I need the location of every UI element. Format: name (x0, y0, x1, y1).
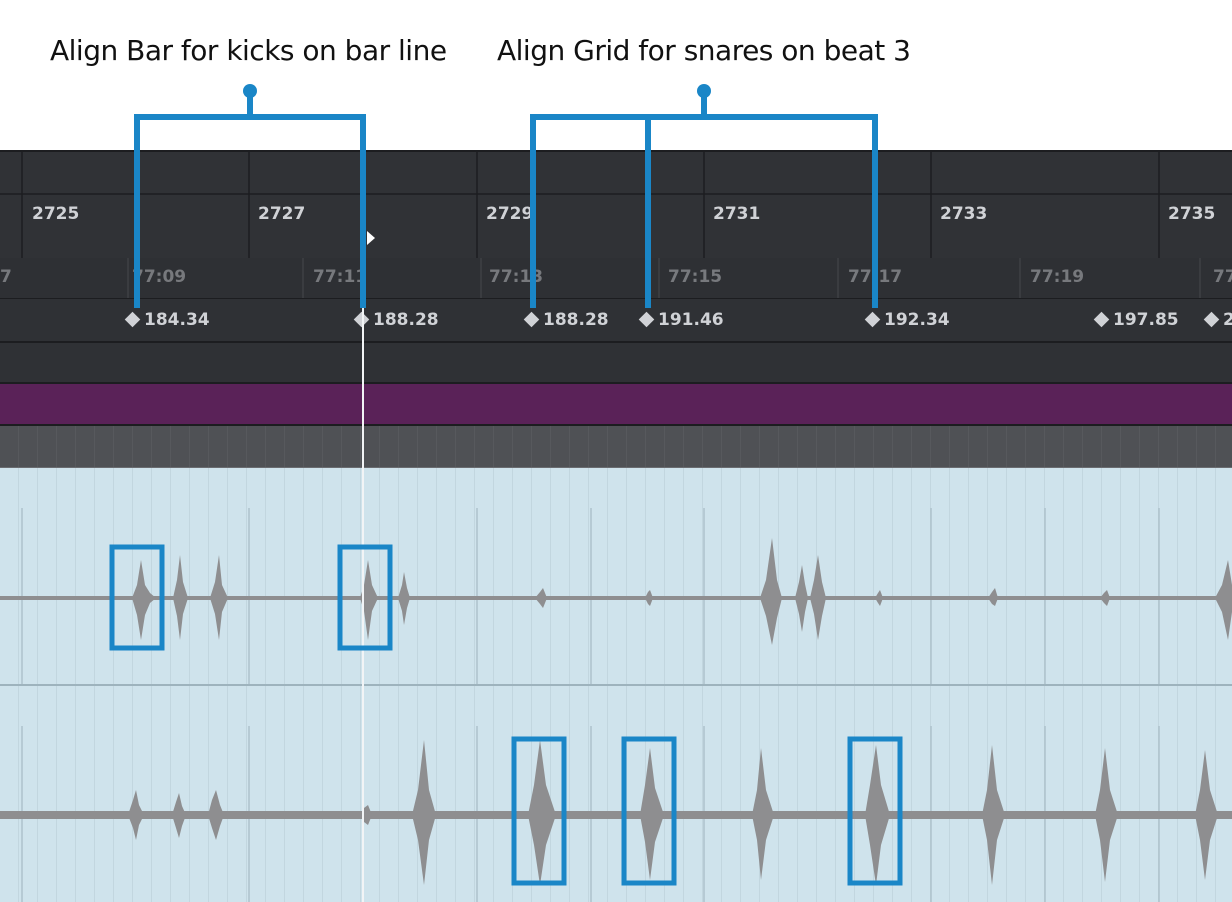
time-label: 77:13 (489, 267, 544, 287)
tempo-marker[interactable]: 188.28 (523, 310, 609, 330)
audio-track-snare[interactable] (0, 686, 1232, 902)
time-label: 77:09 (132, 267, 187, 287)
bar-ruler[interactable]: 2725 2727 2729 2731 2733 2735 (0, 150, 1232, 261)
tempo-marker[interactable]: 192.34 (864, 310, 950, 330)
time-label: 77:19 (1030, 267, 1085, 287)
bar-number: 2727 (258, 204, 306, 224)
callout-dot (243, 84, 257, 98)
tempo-lane[interactable]: 184.34 188.28 188.28 191.46 192.34 197.8… (0, 299, 1232, 343)
bar-number: 2729 (486, 204, 534, 224)
caption-align-bar: Align Bar for kicks on bar line (50, 34, 447, 67)
time-label: 77:11 (313, 267, 368, 287)
caption-align-grid: Align Grid for snares on beat 3 (497, 34, 911, 67)
tempo-marker[interactable]: 191.46 (638, 310, 724, 330)
time-label: 77:17 (848, 267, 903, 287)
time-ruler[interactable]: 7 77:09 77:11 77:13 77:15 77:17 77:19 77 (0, 258, 1232, 299)
bar-number: 2731 (713, 204, 761, 224)
tempo-marker[interactable]: 184.34 (124, 310, 210, 330)
time-label: 7 (0, 267, 12, 287)
bar-number: 2735 (1168, 204, 1216, 224)
time-label: 77 (1213, 267, 1232, 287)
callout-dot (697, 84, 711, 98)
bar-number: 2733 (940, 204, 988, 224)
tempo-marker[interactable]: 2 (1203, 310, 1232, 330)
tempo-marker[interactable]: 188.28 (353, 310, 439, 330)
marker-lane[interactable] (0, 343, 1232, 384)
arrangement-lane[interactable] (0, 384, 1232, 426)
audio-track-kick[interactable] (0, 468, 1232, 686)
bar-number: 2725 (32, 204, 80, 224)
time-label: 77:15 (668, 267, 723, 287)
tempo-marker[interactable]: 197.85 (1093, 310, 1179, 330)
chord-lane[interactable] (0, 426, 1232, 468)
